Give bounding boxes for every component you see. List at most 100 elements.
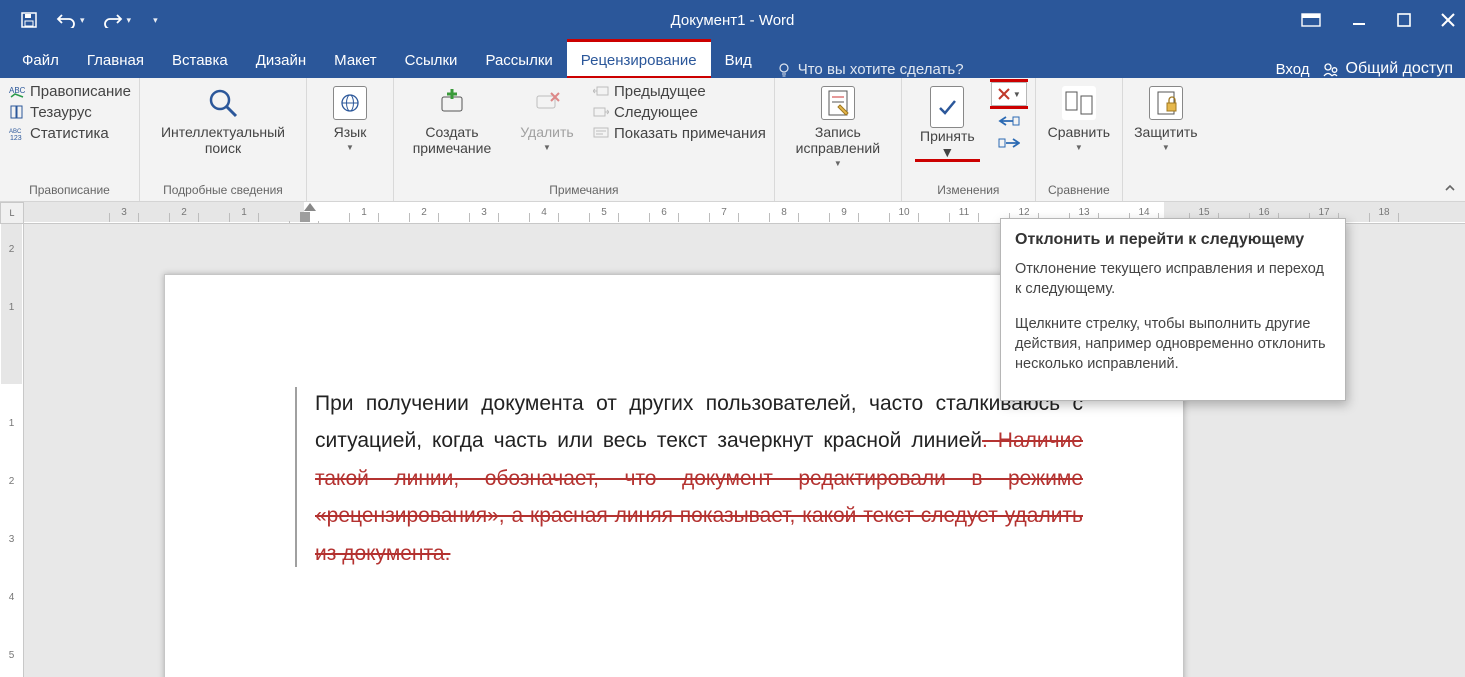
- smart-lookup-icon: [206, 86, 240, 120]
- prev-change-icon: [998, 115, 1020, 127]
- track-changes-icon: [821, 86, 855, 120]
- ribbon-tabs: Файл Главная Вставка Дизайн Макет Ссылки…: [0, 40, 1465, 78]
- thesaurus-icon: [8, 103, 26, 121]
- group-insights: Интеллектуальный поиск Подробные сведени…: [140, 78, 307, 201]
- reject-icon: [997, 87, 1011, 101]
- accept-button[interactable]: Принять ▼: [910, 82, 985, 160]
- chevron-down-icon[interactable]: ▼: [1013, 90, 1021, 99]
- svg-text:ABC: ABC: [9, 86, 25, 95]
- smart-lookup-button[interactable]: Интеллектуальный поиск: [148, 82, 298, 156]
- thesaurus-button[interactable]: Тезаурус: [8, 103, 131, 121]
- redo-dropdown-icon[interactable]: ▾: [127, 15, 132, 26]
- delete-comment-icon: [530, 86, 564, 120]
- share-button[interactable]: Общий доступ: [1322, 60, 1454, 78]
- group-proofing-label: Правописание: [8, 181, 131, 199]
- group-compare: Сравнить ▼ Сравнение: [1036, 78, 1123, 201]
- maximize-button[interactable]: [1397, 13, 1411, 27]
- group-compare-label: Сравнение: [1044, 181, 1114, 199]
- chevron-down-icon[interactable]: ▼: [940, 144, 954, 160]
- prev-comment-icon: [592, 82, 610, 100]
- undo-button[interactable]: ▾: [56, 12, 85, 28]
- accept-icon: [930, 86, 964, 128]
- track-changes-button[interactable]: Запись исправлений ▼: [783, 82, 893, 169]
- ruler-corner[interactable]: L: [0, 202, 24, 224]
- next-change-button[interactable]: [991, 132, 1027, 154]
- show-comments-icon: [592, 124, 610, 142]
- lightbulb-icon: [776, 62, 792, 78]
- group-comments: Создать примечание Удалить ▼ Предыдущее …: [394, 78, 775, 201]
- collapse-ribbon-button[interactable]: [1443, 181, 1457, 195]
- tab-layout[interactable]: Макет: [320, 42, 390, 78]
- tab-design[interactable]: Дизайн: [242, 42, 320, 78]
- reject-button[interactable]: ▼: [991, 82, 1027, 106]
- group-insights-label: Подробные сведения: [148, 181, 298, 199]
- undo-dropdown-icon[interactable]: ▾: [80, 15, 85, 26]
- save-icon: [20, 11, 38, 29]
- next-comment-button: Следующее: [592, 103, 766, 121]
- close-button[interactable]: [1441, 13, 1455, 27]
- chevron-down-icon: ▼: [1075, 143, 1083, 152]
- quick-access-toolbar: ▾ ▾ ▾: [20, 11, 158, 29]
- tab-references[interactable]: Ссылки: [391, 42, 472, 78]
- protect-button[interactable]: Защитить ▼: [1131, 82, 1201, 153]
- share-icon: [1322, 60, 1340, 78]
- compare-icon: [1062, 86, 1096, 120]
- document-title: Документ1 - Word: [671, 12, 795, 29]
- group-comments-label: Примечания: [402, 181, 766, 199]
- chevron-down-icon: ▼: [543, 143, 551, 152]
- next-change-icon: [998, 137, 1020, 149]
- tooltip-reject: Отклонить и перейти к следующему Отклоне…: [1000, 218, 1346, 401]
- compare-button[interactable]: Сравнить ▼: [1044, 82, 1114, 153]
- window-controls: [1301, 12, 1455, 28]
- tooltip-paragraph: Отклонение текущего исправления и перехо…: [1015, 259, 1331, 300]
- redo-icon: [103, 12, 123, 28]
- minimize-button[interactable]: [1351, 12, 1367, 28]
- redo-button[interactable]: ▾: [103, 12, 132, 28]
- title-bar: ▾ ▾ ▾ Документ1 - Word: [0, 0, 1465, 40]
- spelling-button[interactable]: ABCПравописание: [8, 82, 131, 100]
- tab-review[interactable]: Рецензирование: [567, 42, 711, 78]
- revision-mark-bar: [295, 387, 297, 567]
- login-link[interactable]: Вход: [1276, 61, 1310, 78]
- language-button[interactable]: Язык ▼: [315, 82, 385, 153]
- tell-me-placeholder: Что вы хотите сделать?: [798, 61, 964, 78]
- tab-view[interactable]: Вид: [711, 42, 766, 78]
- save-button[interactable]: [20, 11, 38, 29]
- spelling-icon: ABC: [8, 82, 26, 100]
- prev-change-button[interactable]: [991, 110, 1027, 132]
- ribbon-display-icon[interactable]: [1301, 13, 1321, 27]
- vertical-ruler[interactable]: 2112345: [0, 224, 24, 677]
- tab-file[interactable]: Файл: [8, 42, 73, 78]
- tooltip-paragraph: Щелкните стрелку, чтобы выполнить другие…: [1015, 314, 1331, 375]
- chevron-up-icon: [1443, 181, 1457, 195]
- new-comment-button[interactable]: Создать примечание: [402, 82, 502, 156]
- language-icon: [333, 86, 367, 120]
- wordcount-button[interactable]: ABC123Статистика: [8, 124, 131, 142]
- ribbon-body: ABCПравописание Тезаурус ABC123Статистик…: [0, 78, 1465, 202]
- qat-customize[interactable]: ▾: [149, 15, 158, 26]
- next-comment-icon: [592, 103, 610, 121]
- tab-home[interactable]: Главная: [73, 42, 158, 78]
- protect-icon: [1149, 86, 1183, 120]
- group-changes: Принять ▼ ▼ Изменения: [902, 78, 1036, 201]
- body-text: При получении документа от других пользо…: [315, 392, 1083, 452]
- show-comments-button: Показать примечания: [592, 124, 766, 142]
- group-changes-label: Изменения: [910, 181, 1027, 199]
- undo-icon: [56, 12, 76, 28]
- tell-me-search[interactable]: Что вы хотите сделать?: [776, 61, 964, 78]
- document-text[interactable]: При получении документа от других пользо…: [315, 385, 1083, 572]
- group-protect: Защитить ▼: [1123, 78, 1209, 201]
- wordcount-icon: ABC123: [8, 124, 26, 142]
- chevron-down-icon: ▼: [1162, 143, 1170, 152]
- chevron-down-icon: ▼: [834, 159, 842, 168]
- delete-comment-button: Удалить ▼: [512, 82, 582, 153]
- tab-mailings[interactable]: Рассылки: [471, 42, 566, 78]
- tooltip-title: Отклонить и перейти к следующему: [1015, 231, 1331, 249]
- tab-insert[interactable]: Вставка: [158, 42, 242, 78]
- group-tracking: Запись исправлений ▼: [775, 78, 902, 201]
- group-language: Язык ▼: [307, 78, 394, 201]
- chevron-down-icon: ▼: [346, 143, 354, 152]
- prev-comment-button: Предыдущее: [592, 82, 766, 100]
- group-proofing: ABCПравописание Тезаурус ABC123Статистик…: [0, 78, 140, 201]
- new-comment-icon: [435, 86, 469, 120]
